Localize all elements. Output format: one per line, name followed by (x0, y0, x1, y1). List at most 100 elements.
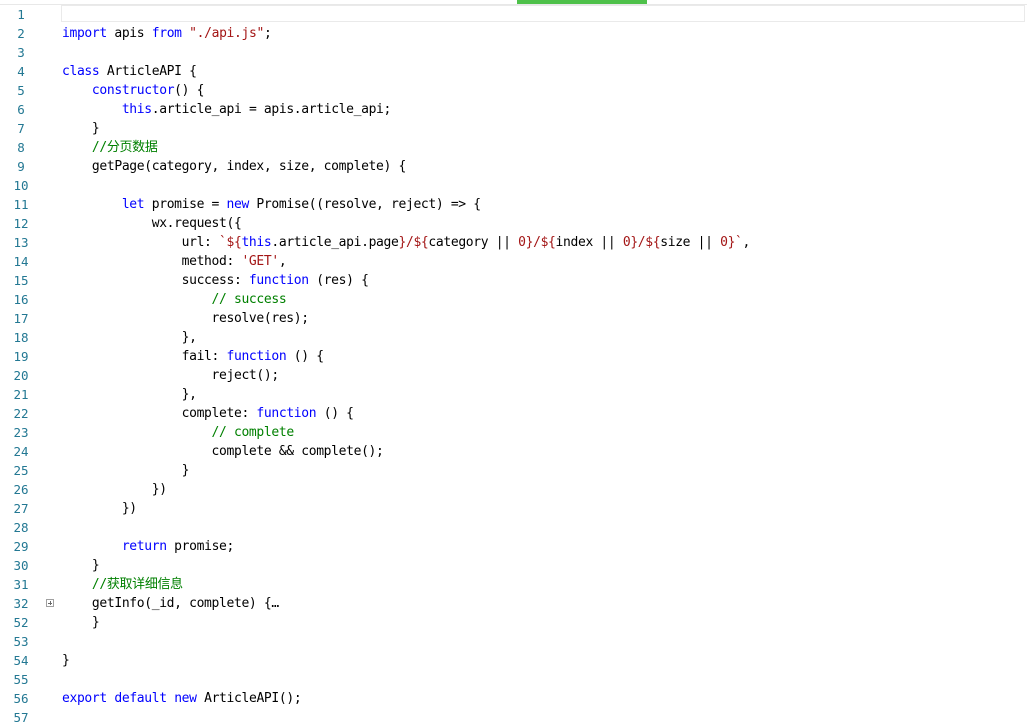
code-token: }, (62, 330, 197, 345)
code-line[interactable]: 31 //获取详细信息 (0, 575, 1027, 594)
code-token: apis (106, 26, 152, 41)
code-line[interactable]: 18 }, (0, 328, 1027, 347)
code-line[interactable]: 24 complete && complete(); (0, 442, 1027, 461)
code-token: promise = (144, 197, 227, 212)
code-line[interactable]: 22 complete: function () { (0, 404, 1027, 423)
code-editor[interactable]: 1 2 import apis from "./api.js"; 3 4 class Ar… (0, 0, 1027, 725)
code-line[interactable]: 30 } (0, 556, 1027, 575)
code-text: } (62, 119, 100, 138)
code-line[interactable]: 5 constructor() { (0, 81, 1027, 100)
code-token: .article_api.page (271, 235, 399, 250)
code-line[interactable]: 1 (0, 5, 1027, 24)
code-text: class ArticleAPI { (62, 62, 197, 81)
code-line[interactable]: 12 wx.request({ (0, 214, 1027, 233)
code-text: //分页数据 (62, 138, 158, 157)
code-line[interactable]: 11 let promise = new Promise((resolve, r… (0, 195, 1027, 214)
code-token: wx.request({ (62, 216, 242, 231)
code-line[interactable]: 4 class ArticleAPI { (0, 62, 1027, 81)
code-line[interactable]: 15 success: function (res) { (0, 271, 1027, 290)
line-number: 24 (13, 444, 29, 459)
code-token: () { (174, 83, 205, 98)
line-number: 9 (17, 159, 25, 174)
code-line[interactable]: 28 (0, 518, 1027, 537)
line-number: 14 (13, 254, 29, 269)
code-token: , (278, 254, 287, 269)
code-line[interactable]: 13 url: `${this.article_api.page}/${cate… (0, 233, 1027, 252)
code-line[interactable]: 53 (0, 632, 1027, 651)
line-number: 31 (13, 577, 29, 592)
line-number: 17 (13, 311, 29, 326)
line-number: 18 (13, 330, 29, 345)
code-line[interactable]: 9 getPage(category, index, size, complet… (0, 157, 1027, 176)
line-number: 27 (13, 501, 29, 516)
code-line[interactable]: 14 method: 'GET', (0, 252, 1027, 271)
code-token: size || (660, 235, 721, 250)
code-line[interactable]: 52 } (0, 613, 1027, 632)
line-number: 1 (17, 7, 25, 22)
code-token: category || (428, 235, 519, 250)
code-line[interactable]: 20 reject(); (0, 366, 1027, 385)
code-line[interactable]: 3 (0, 43, 1027, 62)
code-line[interactable]: 19 fail: function () { (0, 347, 1027, 366)
code-token: from (151, 26, 182, 41)
code-token: }) (62, 501, 137, 516)
code-line[interactable]: 6 this.article_api = apis.article_api; (0, 100, 1027, 119)
code-text: }) (62, 499, 137, 518)
code-text: url: `${this.article_api.page}/${categor… (62, 233, 751, 252)
code-token: "./api.js" (189, 26, 264, 41)
line-number: 57 (13, 710, 29, 725)
code-line[interactable]: 17 resolve(res); (0, 309, 1027, 328)
code-line[interactable]: 21 }, (0, 385, 1027, 404)
line-number: 53 (13, 634, 29, 649)
code-token: default (114, 691, 167, 706)
code-text: complete && complete(); (62, 442, 384, 461)
code-token: let (121, 197, 145, 212)
code-text: getPage(category, index, size, complete)… (62, 157, 406, 176)
code-line[interactable]: 55 (0, 670, 1027, 689)
code-line[interactable]: 29 return promise; (0, 537, 1027, 556)
code-token: `${ (219, 235, 242, 250)
code-text: return promise; (62, 537, 235, 556)
code-token: } (62, 558, 100, 573)
code-token: success: (62, 273, 249, 288)
code-text: constructor() { (62, 81, 205, 100)
code-line[interactable]: 10 (0, 176, 1027, 195)
code-token: (res) { (308, 273, 369, 288)
code-line[interactable]: 54} (0, 651, 1027, 670)
code-text: fail: function () { (62, 347, 324, 366)
code-line[interactable]: 27 }) (0, 499, 1027, 518)
code-line[interactable]: 16 // success (0, 290, 1027, 309)
code-token: 'GET' (241, 254, 279, 269)
code-line[interactable]: 57 (0, 708, 1027, 727)
line-number: 10 (13, 178, 29, 193)
code-token: 0 (518, 235, 526, 250)
code-token: //分页数据 (91, 140, 158, 155)
line-number: 15 (13, 273, 29, 288)
line-number: 16 (13, 292, 29, 307)
code-token: index || (555, 235, 623, 250)
line-number: 54 (13, 653, 29, 668)
code-token: } (62, 615, 100, 630)
code-token: }/${ (398, 235, 429, 250)
code-token: this (241, 235, 272, 250)
code-text: export default new ArticleAPI(); (62, 689, 302, 708)
code-line[interactable]: 2 import apis from "./api.js"; (0, 24, 1027, 43)
line-number: 21 (13, 387, 29, 402)
code-text: this.article_api = apis.article_api; (62, 100, 392, 119)
code-line[interactable]: 32 getInfo(_id, complete) {… (0, 594, 1027, 613)
code-line[interactable]: 25 } (0, 461, 1027, 480)
code-token: }/${ (630, 235, 661, 250)
code-line[interactable]: 56 export default new ArticleAPI(); (0, 689, 1027, 708)
code-line[interactable]: 26 }) (0, 480, 1027, 499)
fold-expand-icon[interactable] (46, 599, 54, 607)
code-token: complete: (62, 406, 257, 421)
code-line[interactable]: 23 // complete (0, 423, 1027, 442)
code-line[interactable]: 8 //分页数据 (0, 138, 1027, 157)
code-line[interactable]: 7 } (0, 119, 1027, 138)
code-token: .article_api = apis.article_api; (151, 102, 392, 117)
line-number: 25 (13, 463, 29, 478)
